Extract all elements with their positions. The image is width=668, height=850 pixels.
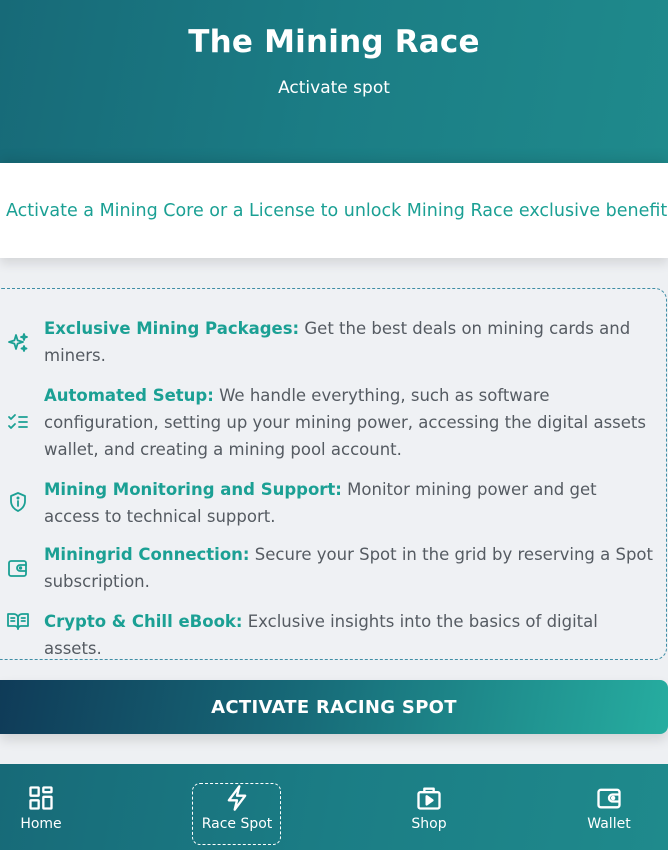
bottom-nav: Home Race Spot Shop Wallet bbox=[0, 764, 668, 850]
wallet-icon bbox=[6, 556, 30, 580]
page-subtitle: Activate spot bbox=[278, 78, 390, 98]
benefit-text: Exclusive Mining Packages: Get the best … bbox=[44, 315, 654, 369]
checklist-icon bbox=[6, 410, 30, 434]
nav-item-home[interactable]: Home bbox=[0, 784, 91, 832]
benefit-text: Mining Monitoring and Support: Monitor m… bbox=[44, 476, 654, 530]
benefit-title: Automated Setup: bbox=[44, 386, 214, 405]
lightning-icon bbox=[227, 785, 247, 811]
benefit-text: Automated Setup: We handle everything, s… bbox=[44, 382, 654, 463]
nav-item-wallet[interactable]: Wallet bbox=[559, 784, 659, 832]
sparkles-icon bbox=[6, 331, 30, 355]
benefit-text: Crypto & Chill eBook: Exclusive insights… bbox=[44, 608, 654, 662]
benefit-title: Mining Monitoring and Support: bbox=[44, 480, 342, 499]
nav-label: Home bbox=[20, 816, 62, 832]
benefit-title: Crypto & Chill eBook: bbox=[44, 612, 243, 631]
intro-text: Activate a Mining Core or a License to u… bbox=[6, 201, 668, 221]
benefit-title: Miningrid Connection: bbox=[44, 545, 250, 564]
page-title: The Mining Race bbox=[188, 24, 480, 60]
nav-label: Wallet bbox=[587, 816, 631, 832]
shield-info-icon bbox=[6, 490, 30, 514]
shop-play-icon bbox=[417, 787, 441, 810]
page-header: The Mining Race Activate spot bbox=[0, 0, 668, 163]
book-icon bbox=[6, 609, 30, 633]
nav-label: Shop bbox=[411, 816, 447, 832]
wallet-icon bbox=[597, 788, 621, 809]
activate-racing-spot-button[interactable]: ACTIVATE RACING SPOT bbox=[0, 680, 668, 734]
benefit-text: Miningrid Connection: Secure your Spot i… bbox=[44, 541, 654, 595]
nav-item-shop[interactable]: Shop bbox=[379, 784, 479, 832]
nav-label: Race Spot bbox=[201, 816, 273, 832]
intro-banner: Activate a Mining Core or a License to u… bbox=[0, 163, 668, 258]
nav-item-race-spot[interactable]: Race Spot bbox=[187, 784, 287, 832]
grid-icon bbox=[29, 786, 53, 810]
benefit-title: Exclusive Mining Packages: bbox=[44, 319, 300, 338]
